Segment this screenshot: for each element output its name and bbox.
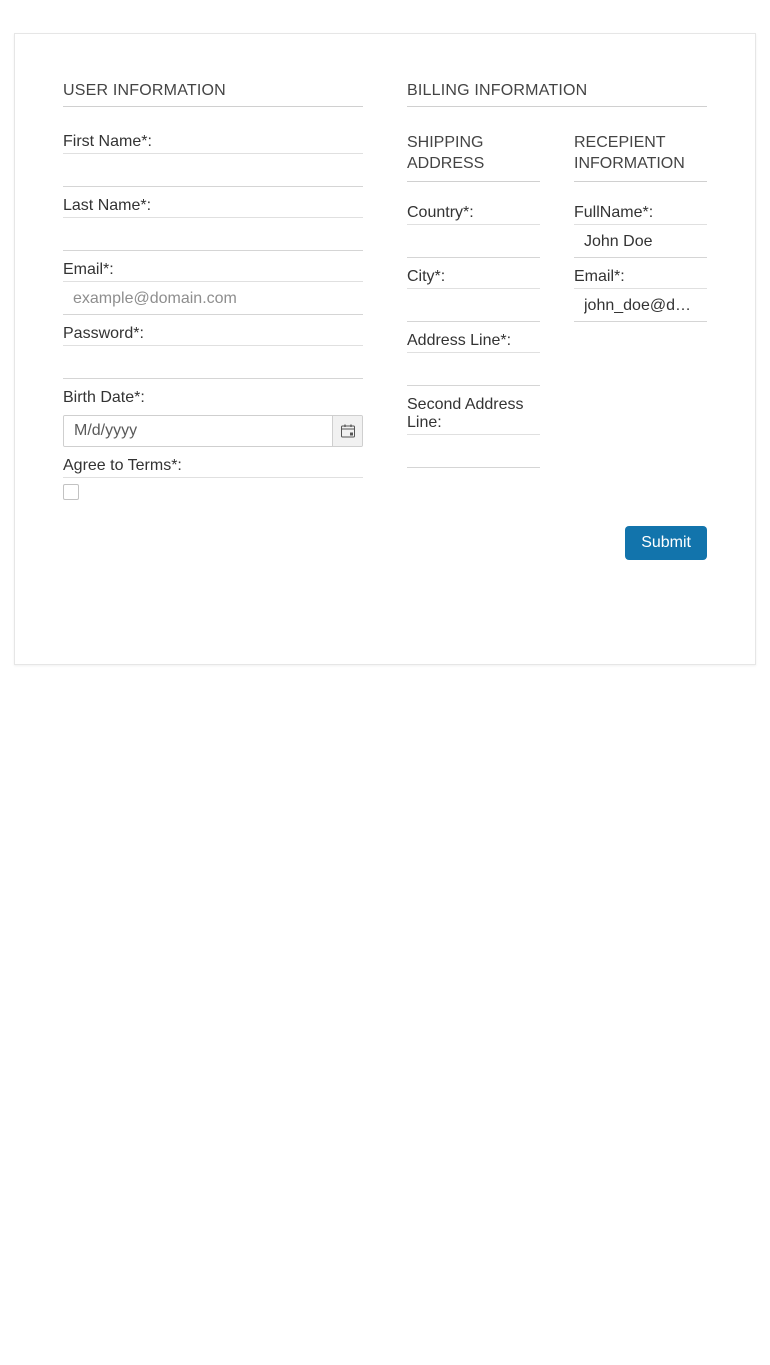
fullname-label: FullName*:	[574, 204, 707, 225]
address-input[interactable]	[407, 353, 540, 386]
recipient-email-label: Email*:	[574, 268, 707, 289]
birth-date-field: Birth Date*:	[63, 389, 363, 447]
fullname-input[interactable]	[574, 225, 707, 258]
billing-info-section: BILLING INFORMATION SHIPPING ADDRESS Cou…	[407, 82, 707, 560]
recipient-title: RECEPIENT INFORMATION	[574, 133, 707, 182]
calendar-icon	[340, 423, 356, 439]
shipping-section: SHIPPING ADDRESS Country*: City*: Addres…	[407, 133, 540, 478]
country-input[interactable]	[407, 225, 540, 258]
first-name-input[interactable]	[63, 154, 363, 187]
email-label: Email*:	[63, 261, 363, 282]
birth-date-input[interactable]	[64, 416, 332, 446]
address-label: Address Line*:	[407, 332, 540, 353]
address-field: Address Line*:	[407, 332, 540, 386]
address2-input[interactable]	[407, 435, 540, 468]
country-label: Country*:	[407, 204, 540, 225]
calendar-button[interactable]	[332, 416, 362, 446]
address2-label: Second Address Line:	[407, 396, 540, 435]
agree-label: Agree to Terms*:	[63, 457, 363, 478]
address2-field: Second Address Line:	[407, 396, 540, 468]
password-input[interactable]	[63, 346, 363, 379]
birth-date-label: Birth Date*:	[63, 389, 363, 409]
country-field: Country*:	[407, 204, 540, 258]
agree-field: Agree to Terms*:	[63, 457, 363, 500]
password-label: Password*:	[63, 325, 363, 346]
recipient-section: RECEPIENT INFORMATION FullName*: Email*:	[574, 133, 707, 478]
city-field: City*:	[407, 268, 540, 322]
form-panel: USER INFORMATION First Name*: Last Name*…	[14, 33, 756, 665]
agree-checkbox[interactable]	[63, 484, 79, 500]
password-field: Password*:	[63, 325, 363, 379]
last-name-input[interactable]	[63, 218, 363, 251]
recipient-email-input[interactable]	[574, 289, 707, 322]
fullname-field: FullName*:	[574, 204, 707, 258]
city-input[interactable]	[407, 289, 540, 322]
email-field: Email*:	[63, 261, 363, 315]
billing-info-title: BILLING INFORMATION	[407, 82, 707, 107]
recipient-email-field: Email*:	[574, 268, 707, 322]
shipping-title: SHIPPING ADDRESS	[407, 133, 540, 182]
user-info-title: USER INFORMATION	[63, 82, 363, 107]
last-name-field: Last Name*:	[63, 197, 363, 251]
submit-button[interactable]: Submit	[625, 526, 707, 560]
city-label: City*:	[407, 268, 540, 289]
last-name-label: Last Name*:	[63, 197, 363, 218]
first-name-field: First Name*:	[63, 133, 363, 187]
email-input[interactable]	[63, 282, 363, 315]
first-name-label: First Name*:	[63, 133, 363, 154]
user-info-section: USER INFORMATION First Name*: Last Name*…	[63, 82, 363, 510]
